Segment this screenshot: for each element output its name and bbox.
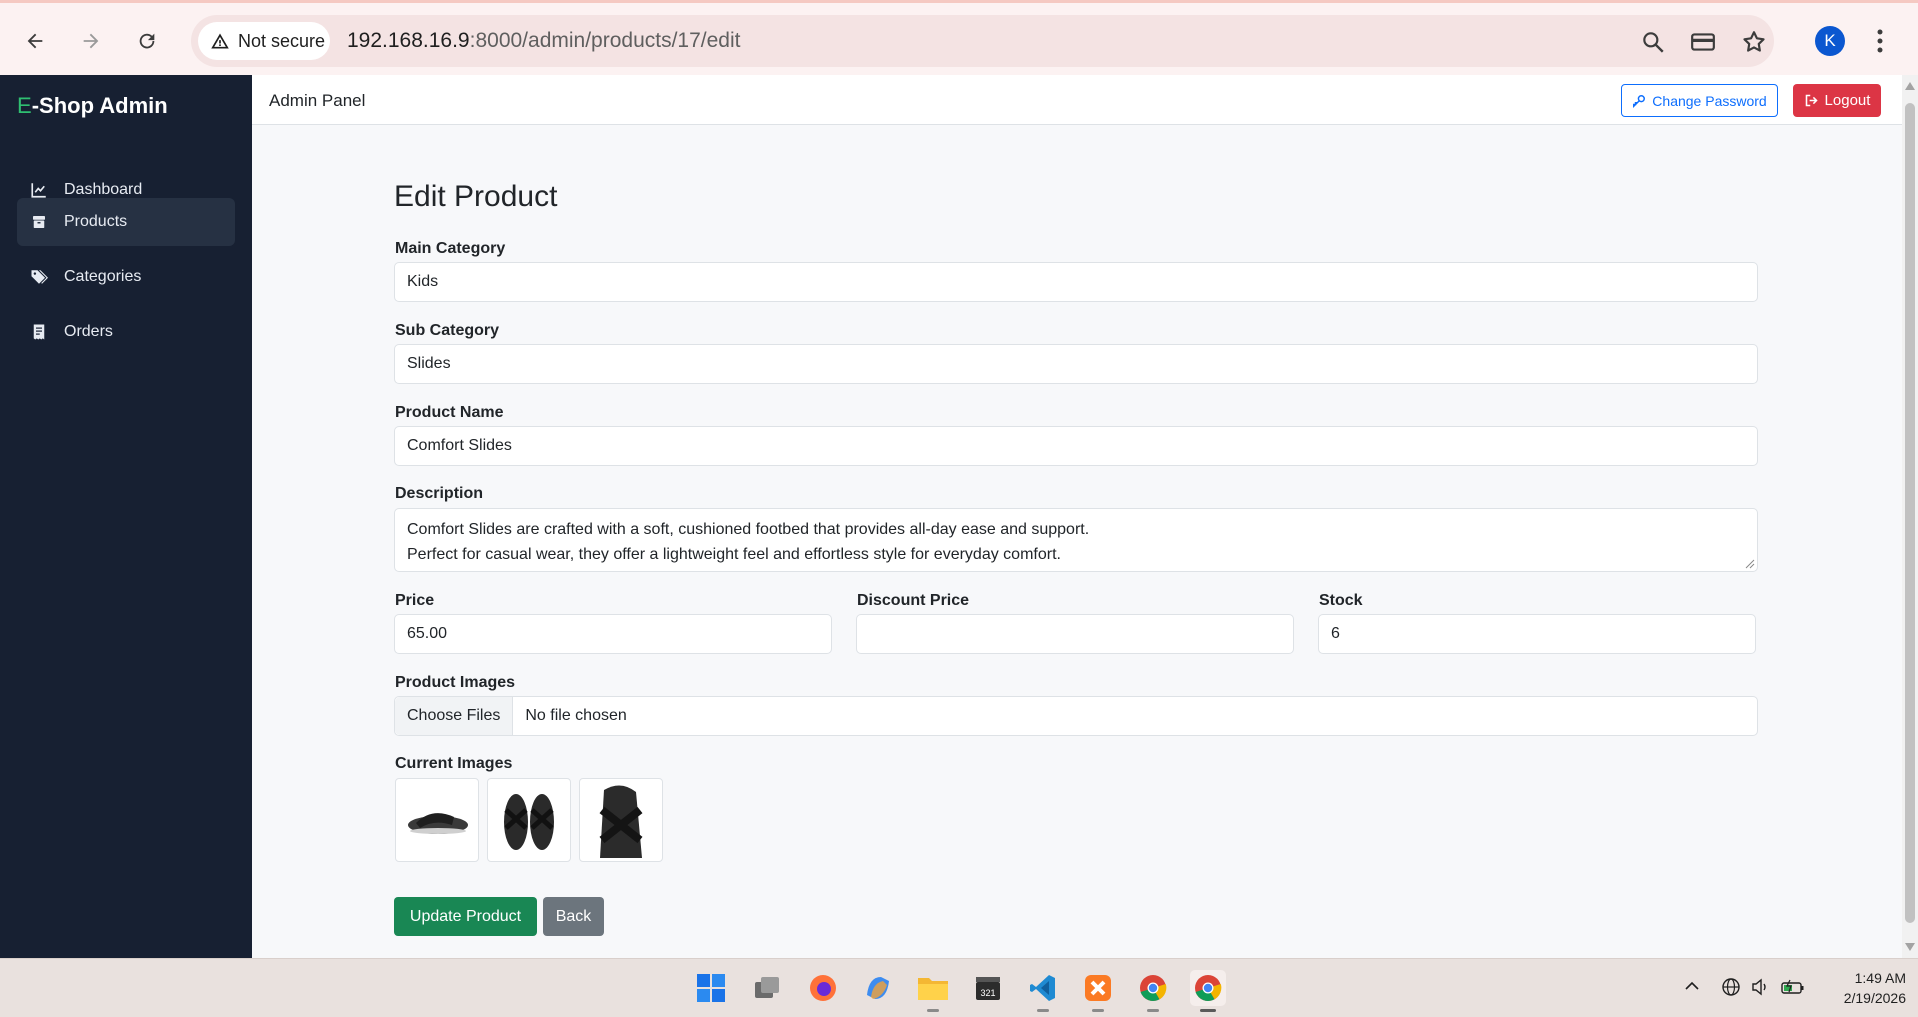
battery-icon[interactable] [1781, 977, 1805, 1002]
product-images-file-input[interactable]: Choose Files No file chosen [394, 696, 1758, 736]
file-status: No file chosen [525, 707, 627, 724]
chart-line-icon [31, 183, 46, 198]
stock-label: Stock [1319, 592, 1363, 609]
zoom-icon[interactable] [1640, 29, 1666, 55]
choose-files-button[interactable]: Choose Files [395, 697, 514, 735]
task-view-icon[interactable] [749, 970, 785, 1006]
logout-button[interactable]: Logout [1793, 84, 1881, 117]
menu-kebab-icon[interactable] [1876, 28, 1884, 59]
chevron-up-icon[interactable] [1683, 977, 1701, 1000]
sidebar-item-categories[interactable]: Categories [17, 253, 235, 301]
main-category-select[interactable]: Kids [394, 262, 1758, 302]
resize-handle-icon[interactable] [1745, 559, 1755, 569]
tags-icon [31, 270, 48, 284]
scroll-up-arrow-icon[interactable] [1905, 82, 1915, 90]
topbar-title: Admin Panel [269, 91, 366, 110]
description-textarea[interactable]: Comfort Slides are crafted with a soft, … [394, 508, 1758, 572]
forward-arrow-icon[interactable] [73, 23, 109, 59]
chrome-profile-icon[interactable] [1190, 970, 1226, 1012]
reload-icon[interactable] [129, 23, 165, 59]
svg-text:321: 321 [980, 988, 995, 998]
sidebar: E-Shop Admin Dashboard Products Categori… [0, 75, 252, 958]
sidebar-item-label: Orders [64, 323, 113, 340]
firefox-icon[interactable] [805, 970, 841, 1006]
brand-logo[interactable]: E-Shop Admin [17, 93, 168, 119]
product-name-input[interactable]: Comfort Slides [394, 426, 1758, 466]
box-icon [33, 216, 45, 228]
copilot-icon[interactable] [860, 970, 896, 1006]
back-button[interactable]: Back [543, 897, 604, 936]
product-image-thumbnail [395, 778, 479, 862]
product-image-thumbnail [487, 778, 571, 862]
speaker-icon[interactable] [1750, 977, 1770, 1002]
main-content: Edit Product Main Category Kids Sub Cate… [252, 125, 1902, 958]
security-chip[interactable]: Not secure [198, 22, 330, 60]
address-bar[interactable]: Not secure 192.168.16.9:8000/admin/produ… [191, 15, 1774, 67]
price-input[interactable]: 65.00 [394, 614, 832, 654]
sub-category-select[interactable]: Slides [394, 344, 1758, 384]
xampp-icon[interactable] [1080, 970, 1116, 1012]
key-icon [1633, 94, 1646, 108]
current-images-label: Current Images [395, 755, 513, 772]
windows-start-icon[interactable] [693, 970, 729, 1006]
discount-price-input[interactable] [856, 614, 1294, 654]
topbar: Admin Panel Change Password Logout [252, 75, 1902, 125]
taskbar: 321 1:49 AM 2/19/2026 [0, 958, 1918, 1017]
sidebar-item-products[interactable]: Products [17, 198, 235, 246]
page-title: Edit Product [394, 180, 558, 213]
sidebar-item-label: Dashboard [64, 181, 143, 198]
clock-time: 1:49 AM [1854, 970, 1906, 986]
description-line: Comfort Slides are crafted with a soft, … [407, 521, 1090, 538]
logout-icon [1805, 94, 1818, 107]
main-category-label: Main Category [395, 240, 506, 257]
product-images-label: Product Images [395, 674, 516, 691]
update-product-button[interactable]: Update Product [394, 897, 537, 936]
stock-input[interactable]: 6 [1318, 614, 1756, 654]
browser-toolbar: Not secure 192.168.16.9:8000/admin/produ… [0, 0, 1918, 75]
profile-avatar[interactable]: K [1815, 26, 1845, 56]
clapper-app-icon[interactable]: 321 [970, 970, 1006, 1006]
file-explorer-icon[interactable] [915, 970, 951, 1012]
description-label: Description [395, 485, 484, 502]
product-name-label: Product Name [395, 404, 504, 421]
clock-date: 2/19/2026 [1843, 990, 1906, 1006]
page-scrollbar[interactable] [1902, 75, 1918, 958]
star-icon[interactable] [1741, 29, 1767, 55]
sidebar-item-label: Products [64, 213, 128, 230]
scrollbar-thumb[interactable] [1905, 103, 1915, 923]
vscode-icon[interactable] [1025, 970, 1061, 1012]
network-globe-icon[interactable] [1721, 977, 1741, 1002]
receipt-icon [33, 324, 45, 340]
sidebar-item-label: Categories [64, 268, 142, 285]
system-clock[interactable]: 1:49 AM 2/19/2026 [1814, 968, 1906, 1008]
product-image-thumbnail [579, 778, 663, 862]
warning-triangle-icon [211, 33, 229, 49]
url-text[interactable]: 192.168.16.9:8000/admin/products/17/edit [347, 29, 740, 53]
back-arrow-icon[interactable] [17, 23, 53, 59]
scroll-down-arrow-icon[interactable] [1905, 943, 1915, 951]
card-icon[interactable] [1690, 29, 1716, 55]
chrome-icon[interactable] [1135, 970, 1171, 1012]
discount-price-label: Discount Price [857, 592, 970, 609]
sidebar-item-orders[interactable]: Orders [17, 308, 235, 356]
change-password-button[interactable]: Change Password [1621, 84, 1778, 117]
price-label: Price [395, 592, 435, 609]
security-label: Not secure [238, 30, 326, 51]
sub-category-label: Sub Category [395, 322, 500, 339]
description-line: Perfect for casual wear, they offer a li… [407, 546, 1061, 563]
